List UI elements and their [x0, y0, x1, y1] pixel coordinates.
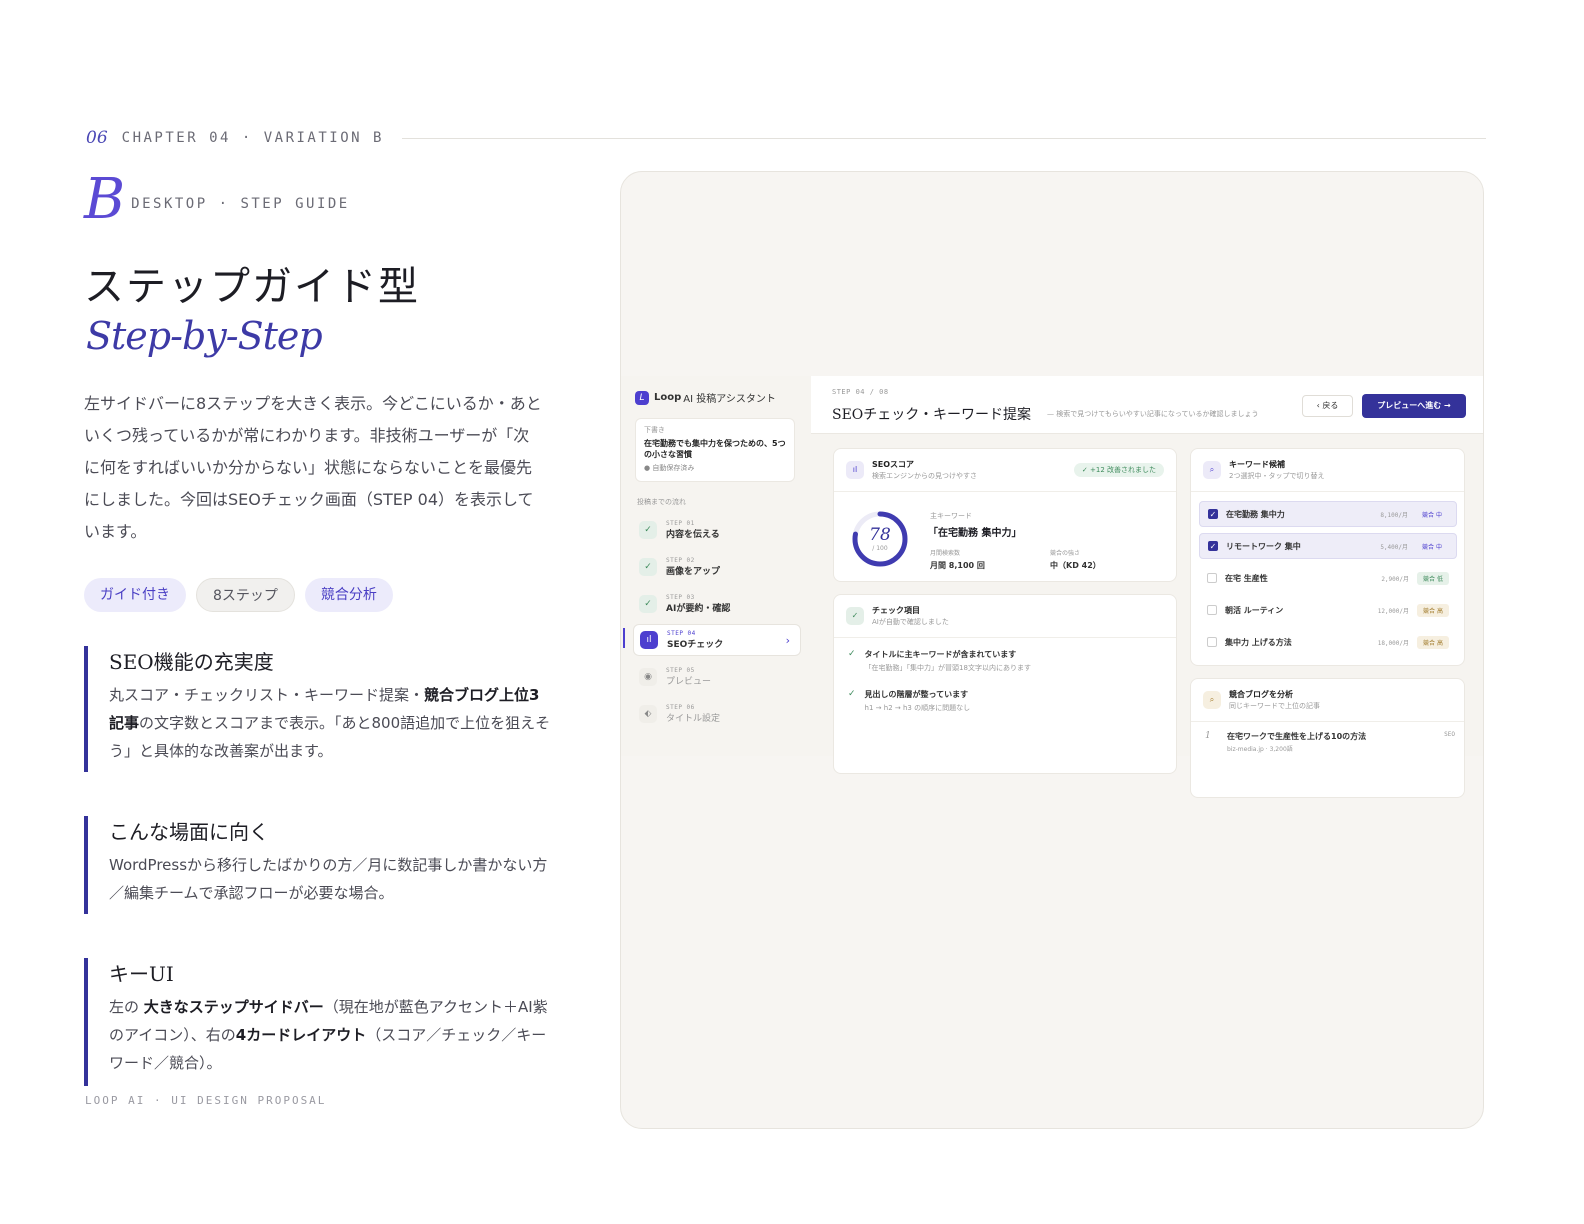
page-subtitle: Step-by-Step — [86, 314, 323, 358]
draft-title: 在宅勤務でも集中力を保つための、5つの小さな習慣 — [644, 439, 786, 459]
tag-icon: ⬖ — [639, 705, 657, 723]
volume-value: 月間 8,100 回 — [930, 561, 985, 570]
improvement-badge: ✓ +12 改善されました — [1073, 463, 1164, 477]
screen-title: SEOチェック・キーワード提案 — [832, 407, 1032, 423]
seo-score-card: ıl SEOスコア 検索エンジンからの見つけやすさ ✓ +12 改善されました … — [833, 448, 1177, 582]
keyword-card: ⌕ キーワード候補 2つ選択中・タップで切り替え ✓ 在宅勤務 集中力 8,10… — [1190, 448, 1465, 666]
tag: ガイド付き — [84, 578, 186, 612]
keyword-option[interactable]: 集中力 上げる方法 18,000/月 競合 高 — [1199, 629, 1457, 655]
tag: 8ステップ — [196, 578, 295, 612]
checkbox-checked[interactable]: ✓ — [1208, 541, 1218, 551]
check-icon: ✓ — [639, 521, 657, 539]
feature-seo: SEO機能の充実度 丸スコア・チェックリスト・キーワード提案・競合ブログ上位3記… — [84, 646, 554, 772]
step-item-05[interactable]: ◉ STEP 05 プレビュー — [633, 661, 801, 693]
checkbox-checked[interactable]: ✓ — [1208, 509, 1218, 519]
step-item-03[interactable]: ✓ STEP 03 AIが要約・確認 — [633, 588, 801, 620]
main-keyword: 「在宅勤務 集中力」 — [928, 528, 1022, 539]
checkbox[interactable] — [1207, 605, 1217, 615]
volume-label: 月間検索数 — [930, 550, 961, 557]
page-title: ステップガイド型 — [84, 264, 420, 310]
card-subtitle: 2つ選択中・タップで切り替え — [1229, 472, 1325, 480]
keyword-option[interactable]: 在宅 生産性 2,900/月 競合 低 — [1199, 565, 1457, 591]
screen-subtitle: — 検索で見つけてもらいやすい記事になっているか確認しましょう — [1047, 410, 1259, 418]
description: 左サイドバーに8ステップを大きく表示。今どこにいるか・あといくつ残っているかが常… — [84, 394, 542, 541]
keyword-option[interactable]: ✓ 在宅勤務 集中力 8,100/月 競合 中 — [1199, 501, 1457, 527]
feature-text: 丸スコア・チェックリスト・キーワード提案・競合ブログ上位3記事の文字数とスコアま… — [109, 686, 551, 760]
competition-value: 中（KD 42） — [1050, 561, 1101, 570]
active-step-marker — [623, 628, 625, 648]
competition-label: 競合の強さ — [1050, 550, 1081, 557]
feature-key-ui: キーUI 左の 大きなステップサイドバー（現在地が藍色アクセント＋AI紫のアイコ… — [84, 958, 554, 1086]
card-title: キーワード候補 — [1229, 460, 1285, 469]
app-screen: L Loop AI 投稿アシスタント 下書き 在宅勤務でも集中力を保つための、5… — [621, 376, 1483, 798]
next-preview-button[interactable]: プレビューへ進む → — [1362, 394, 1466, 418]
chapter-label: CHAPTER 04 · VARIATION B — [121, 130, 384, 146]
score-max: / 100 — [872, 545, 888, 552]
chevron-right-icon: › — [785, 633, 790, 647]
search-icon: ⌕ — [1203, 691, 1221, 709]
brand: L Loop AI 投稿アシスタント — [635, 390, 776, 405]
brand-subtitle: AI 投稿アシスタント — [683, 394, 776, 405]
checkbox[interactable] — [1207, 637, 1217, 647]
search-icon: ⌕ — [1203, 461, 1221, 479]
card-title: チェック項目 — [872, 606, 920, 615]
card-subtitle: 検索エンジンからの見つけやすさ — [872, 472, 977, 480]
rank-number: 1 — [1205, 731, 1211, 741]
screenshot-frame: L Loop AI 投稿アシスタント 下書き 在宅勤務でも集中力を保つための、5… — [620, 171, 1484, 1129]
step-counter: STEP 04 / 08 — [832, 388, 889, 396]
score-value: 78 — [869, 525, 891, 545]
check-icon: ✓ — [846, 607, 864, 625]
keyword-label: 主キーワード — [930, 512, 972, 520]
step-sidebar: L Loop AI 投稿アシスタント 下書き 在宅勤務でも集中力を保つための、5… — [621, 376, 811, 756]
competitor-card: ⌕ 競合ブログを分析 同じキーワードで上位の記事 1 在宅ワークで生産性を上げる… — [1190, 678, 1465, 798]
feature-title: こんな場面に向く — [109, 820, 269, 844]
checklist-card: ✓ チェック項目 AIが自動で確認しました ✓ タイトルに主キーワードが含まれて… — [833, 594, 1177, 774]
draft-label: 下書き — [644, 426, 665, 434]
check-item: ✓ タイトルに主キーワードが含まれています 「在宅勤務」「集中力」が冒頭18文字以… — [848, 649, 1031, 672]
check-icon: ✓ — [639, 558, 657, 576]
seo-tag: SEO — [1444, 731, 1455, 738]
card-title: 競合ブログを分析 — [1229, 690, 1293, 699]
step-item-06[interactable]: ⬖ STEP 06 タイトル設定 — [633, 698, 801, 730]
brand-name: Loop — [654, 392, 682, 403]
chapter-header: 06 CHAPTER 04 · VARIATION B — [86, 126, 1486, 150]
chart-icon: ıl — [846, 461, 864, 479]
feature-text: 左の 大きなステップサイドバー（現在地が藍色アクセント＋AI紫のアイコン）、右の… — [109, 998, 548, 1072]
topbar: STEP 04 / 08 SEOチェック・キーワード提案 — 検索で見つけてもら… — [811, 376, 1483, 434]
step-item-01[interactable]: ✓ STEP 01 内容を伝える — [633, 514, 801, 546]
chapter-number: 06 — [86, 128, 108, 148]
feature-title: SEO機能の充実度 — [109, 650, 274, 674]
back-button[interactable]: ‹ 戻る — [1302, 395, 1353, 417]
draft-card[interactable]: 下書き 在宅勤務でも集中力を保つための、5つの小さな習慣 ● 自動保存済み — [635, 418, 795, 482]
autosave-status: ● 自動保存済み — [644, 464, 695, 472]
feature-use-case: こんな場面に向く WordPressから移行したばかりの方／月に数記事しか書かな… — [84, 816, 554, 914]
step-item-02[interactable]: ✓ STEP 02 画像をアップ — [633, 551, 801, 583]
divider — [401, 137, 1486, 139]
check-icon: ✓ — [848, 649, 856, 659]
step-item-04[interactable]: ıl STEP 04 SEOチェック › — [633, 624, 801, 656]
feature-title: キーUI — [109, 962, 174, 986]
variation-label: DESKTOP · STEP GUIDE — [131, 196, 350, 212]
keyword-option[interactable]: ✓ リモートワーク 集中 5,400/月 競合 中 — [1199, 533, 1457, 559]
tag-list: ガイド付き 8ステップ 競合分析 — [84, 578, 393, 612]
chart-icon: ıl — [640, 631, 658, 649]
logo-icon: L — [635, 390, 649, 405]
flow-label: 投稿までの流れ — [637, 498, 686, 506]
card-title: SEOスコア — [872, 460, 915, 469]
main-content: STEP 04 / 08 SEOチェック・キーワード提案 — 検索で見つけてもら… — [811, 376, 1483, 798]
card-subtitle: AIが自動で確認しました — [872, 618, 949, 626]
checkbox[interactable] — [1207, 573, 1217, 583]
keyword-option[interactable]: 朝活 ルーティン 12,000/月 競合 高 — [1199, 597, 1457, 623]
tag: 競合分析 — [304, 578, 393, 612]
check-icon: ✓ — [639, 595, 657, 613]
check-item: ✓ 見出しの階層が整っています h1 → h2 → h3 の順序に問題なし — [848, 689, 971, 712]
variation-badge: B DESKTOP · STEP GUIDE — [84, 172, 350, 228]
competitor-item[interactable]: 1 在宅ワークで生産性を上げる10の方法 biz-media.jp · 3,200… — [1199, 731, 1457, 753]
feature-text: WordPressから移行したばかりの方／月に数記事しか書かない方／編集チームで… — [109, 856, 548, 902]
card-subtitle: 同じキーワードで上位の記事 — [1229, 702, 1320, 710]
check-icon: ✓ — [848, 689, 856, 699]
eye-icon: ◉ — [639, 668, 657, 686]
footer: LOOP AI · UI DESIGN PROPOSAL — [85, 1094, 327, 1107]
variation-letter: B — [84, 167, 126, 232]
